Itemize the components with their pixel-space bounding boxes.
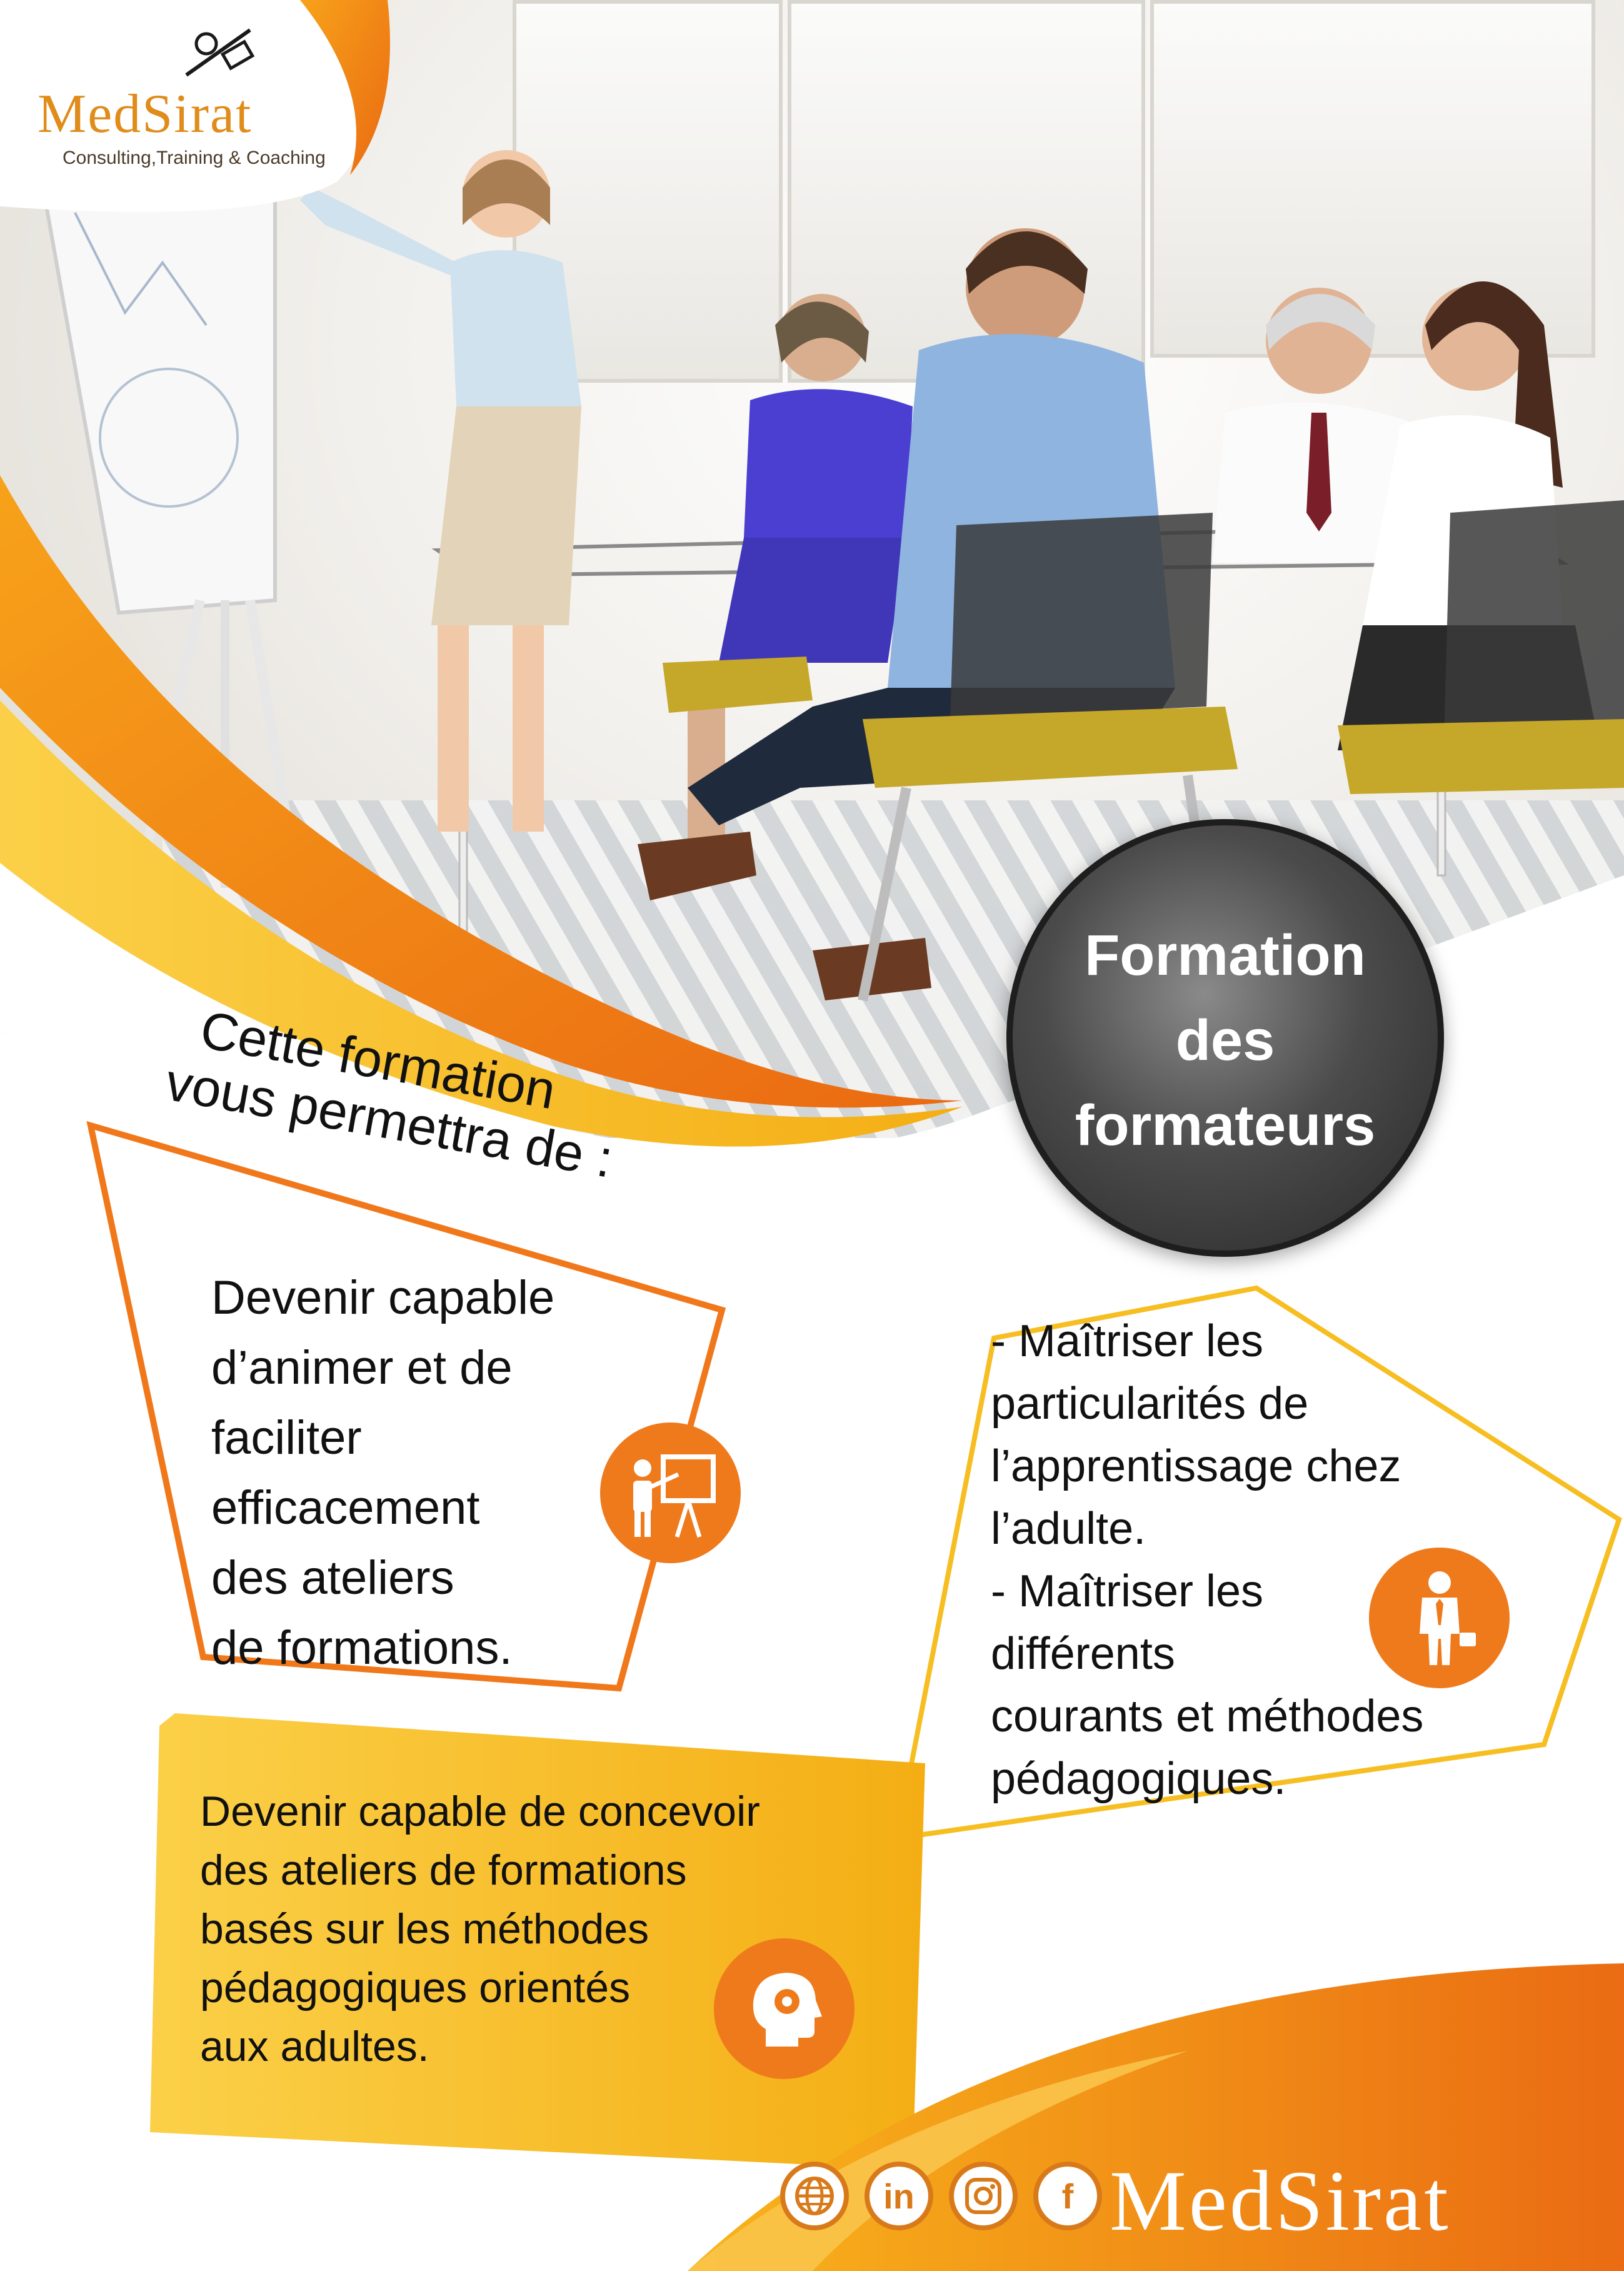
title-line: formateurs [1075,1094,1376,1157]
objective-line: particularités de [991,1379,1309,1429]
facebook-label: f [1061,2176,1074,2216]
facebook-icon[interactable]: f [1033,2162,1102,2230]
linkedin-icon[interactable]: in [865,2162,933,2230]
instagram-icon[interactable] [949,2162,1018,2230]
objective-line: pédagogiques. [991,1754,1286,1804]
logo-mark-icon [185,28,255,77]
objective-line: l’apprentissage chez [991,1441,1401,1491]
medsirat-logo: MedSirat Consulting,Training & Coaching [25,25,375,188]
title-line: des [1175,1009,1275,1072]
logo-wordmark: MedSirat [38,84,253,144]
objective-line: - Maîtriser les [991,1316,1264,1366]
objective-line: d’animer et de [211,1341,513,1394]
linkedin-label: in [883,2176,915,2216]
objective-line: Devenir capable [211,1271,555,1324]
head-gear-icon [714,1938,855,2079]
page-title: Formation des formateurs [1006,913,1444,1168]
presenter-board-icon [600,1423,741,1563]
objective-line: des ateliers [211,1551,454,1604]
footer-wordmark: MedSirat [1110,2153,1451,2248]
objective-animate: Devenir capable d’animer et de faciliter… [211,1263,649,1683]
poster: MedSirat Consulting,Training & Coaching … [0,0,1624,2271]
objective-line: de formations. [211,1621,513,1674]
objective-line: Devenir capable de concevoir [200,1788,760,1835]
objective-line: courants et méthodes [991,1691,1424,1741]
businessman-icon [1369,1548,1510,1688]
objective-line: efficacement [211,1481,480,1534]
objective-line: l’adulte. [991,1504,1146,1554]
objective-line: des ateliers de formations [200,1846,687,1894]
web-globe-icon[interactable] [780,2162,849,2230]
objective-line: faciliter [211,1411,362,1464]
title-badge: Formation des formateurs [1006,819,1444,1257]
logo-tagline: Consulting,Training & Coaching [63,148,326,168]
title-line: Formation [1085,924,1366,987]
